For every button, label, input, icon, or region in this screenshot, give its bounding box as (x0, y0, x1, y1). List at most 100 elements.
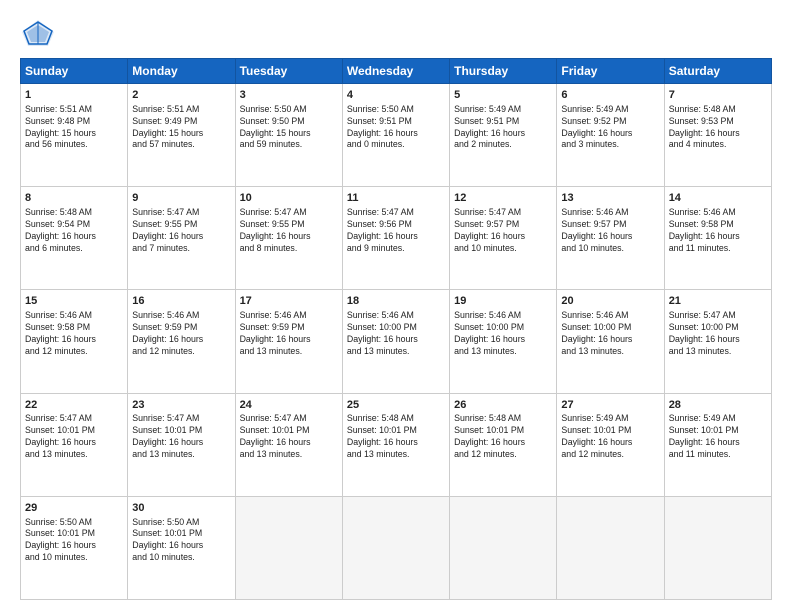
calendar-cell: 5Sunrise: 5:49 AMSunset: 9:51 PMDaylight… (450, 84, 557, 187)
calendar-week-4: 22Sunrise: 5:47 AMSunset: 10:01 PMDaylig… (21, 393, 772, 496)
calendar-cell: 8Sunrise: 5:48 AMSunset: 9:54 PMDaylight… (21, 187, 128, 290)
calendar-cell: 19Sunrise: 5:46 AMSunset: 10:00 PMDaylig… (450, 290, 557, 393)
day-number: 27 (561, 398, 659, 413)
calendar-week-5: 29Sunrise: 5:50 AMSunset: 10:01 PMDaylig… (21, 496, 772, 599)
calendar-cell: 12Sunrise: 5:47 AMSunset: 9:57 PMDayligh… (450, 187, 557, 290)
calendar-header-row: SundayMondayTuesdayWednesdayThursdayFrid… (21, 59, 772, 84)
cell-content: Sunrise: 5:46 AMSunset: 9:59 PMDaylight:… (132, 310, 230, 358)
header (20, 18, 772, 48)
calendar-cell: 13Sunrise: 5:46 AMSunset: 9:57 PMDayligh… (557, 187, 664, 290)
day-number: 30 (132, 501, 230, 516)
cell-content: Sunrise: 5:47 AMSunset: 9:57 PMDaylight:… (454, 207, 552, 255)
day-number: 21 (669, 294, 767, 309)
day-number: 15 (25, 294, 123, 309)
calendar-cell: 23Sunrise: 5:47 AMSunset: 10:01 PMDaylig… (128, 393, 235, 496)
day-number: 14 (669, 191, 767, 206)
cell-content: Sunrise: 5:47 AMSunset: 9:55 PMDaylight:… (132, 207, 230, 255)
day-number: 29 (25, 501, 123, 516)
day-number: 18 (347, 294, 445, 309)
cell-content: Sunrise: 5:49 AMSunset: 10:01 PMDaylight… (561, 413, 659, 461)
cell-content: Sunrise: 5:49 AMSunset: 9:51 PMDaylight:… (454, 104, 552, 152)
cell-content: Sunrise: 5:46 AMSunset: 10:00 PMDaylight… (561, 310, 659, 358)
day-number: 19 (454, 294, 552, 309)
col-header-friday: Friday (557, 59, 664, 84)
day-number: 6 (561, 88, 659, 103)
calendar-cell: 30Sunrise: 5:50 AMSunset: 10:01 PMDaylig… (128, 496, 235, 599)
cell-content: Sunrise: 5:47 AMSunset: 10:01 PMDaylight… (25, 413, 123, 461)
cell-content: Sunrise: 5:48 AMSunset: 9:54 PMDaylight:… (25, 207, 123, 255)
cell-content: Sunrise: 5:46 AMSunset: 9:59 PMDaylight:… (240, 310, 338, 358)
day-number: 17 (240, 294, 338, 309)
cell-content: Sunrise: 5:47 AMSunset: 10:01 PMDaylight… (132, 413, 230, 461)
cell-content: Sunrise: 5:46 AMSunset: 10:00 PMDaylight… (347, 310, 445, 358)
calendar-cell: 6Sunrise: 5:49 AMSunset: 9:52 PMDaylight… (557, 84, 664, 187)
calendar-cell (450, 496, 557, 599)
calendar-cell: 11Sunrise: 5:47 AMSunset: 9:56 PMDayligh… (342, 187, 449, 290)
calendar-cell: 2Sunrise: 5:51 AMSunset: 9:49 PMDaylight… (128, 84, 235, 187)
logo (20, 18, 60, 48)
col-header-saturday: Saturday (664, 59, 771, 84)
day-number: 1 (25, 88, 123, 103)
calendar-week-2: 8Sunrise: 5:48 AMSunset: 9:54 PMDaylight… (21, 187, 772, 290)
cell-content: Sunrise: 5:47 AMSunset: 10:01 PMDaylight… (240, 413, 338, 461)
calendar-cell (342, 496, 449, 599)
calendar-week-1: 1Sunrise: 5:51 AMSunset: 9:48 PMDaylight… (21, 84, 772, 187)
cell-content: Sunrise: 5:46 AMSunset: 9:57 PMDaylight:… (561, 207, 659, 255)
calendar-week-3: 15Sunrise: 5:46 AMSunset: 9:58 PMDayligh… (21, 290, 772, 393)
calendar-cell (664, 496, 771, 599)
day-number: 2 (132, 88, 230, 103)
calendar-cell: 9Sunrise: 5:47 AMSunset: 9:55 PMDaylight… (128, 187, 235, 290)
col-header-sunday: Sunday (21, 59, 128, 84)
calendar-cell (235, 496, 342, 599)
calendar-cell: 24Sunrise: 5:47 AMSunset: 10:01 PMDaylig… (235, 393, 342, 496)
calendar-cell: 7Sunrise: 5:48 AMSunset: 9:53 PMDaylight… (664, 84, 771, 187)
calendar-cell: 18Sunrise: 5:46 AMSunset: 10:00 PMDaylig… (342, 290, 449, 393)
day-number: 5 (454, 88, 552, 103)
cell-content: Sunrise: 5:48 AMSunset: 10:01 PMDaylight… (347, 413, 445, 461)
day-number: 3 (240, 88, 338, 103)
calendar-cell: 3Sunrise: 5:50 AMSunset: 9:50 PMDaylight… (235, 84, 342, 187)
day-number: 25 (347, 398, 445, 413)
day-number: 16 (132, 294, 230, 309)
calendar-cell: 22Sunrise: 5:47 AMSunset: 10:01 PMDaylig… (21, 393, 128, 496)
col-header-wednesday: Wednesday (342, 59, 449, 84)
calendar-cell: 21Sunrise: 5:47 AMSunset: 10:00 PMDaylig… (664, 290, 771, 393)
calendar-cell: 26Sunrise: 5:48 AMSunset: 10:01 PMDaylig… (450, 393, 557, 496)
cell-content: Sunrise: 5:49 AMSunset: 9:52 PMDaylight:… (561, 104, 659, 152)
day-number: 26 (454, 398, 552, 413)
col-header-thursday: Thursday (450, 59, 557, 84)
cell-content: Sunrise: 5:49 AMSunset: 10:01 PMDaylight… (669, 413, 767, 461)
cell-content: Sunrise: 5:48 AMSunset: 9:53 PMDaylight:… (669, 104, 767, 152)
cell-content: Sunrise: 5:47 AMSunset: 10:00 PMDaylight… (669, 310, 767, 358)
calendar-cell: 17Sunrise: 5:46 AMSunset: 9:59 PMDayligh… (235, 290, 342, 393)
day-number: 23 (132, 398, 230, 413)
calendar-cell: 16Sunrise: 5:46 AMSunset: 9:59 PMDayligh… (128, 290, 235, 393)
day-number: 24 (240, 398, 338, 413)
logo-icon (20, 18, 56, 48)
cell-content: Sunrise: 5:47 AMSunset: 9:56 PMDaylight:… (347, 207, 445, 255)
cell-content: Sunrise: 5:50 AMSunset: 10:01 PMDaylight… (25, 517, 123, 565)
calendar-cell: 27Sunrise: 5:49 AMSunset: 10:01 PMDaylig… (557, 393, 664, 496)
cell-content: Sunrise: 5:50 AMSunset: 10:01 PMDaylight… (132, 517, 230, 565)
cell-content: Sunrise: 5:50 AMSunset: 9:50 PMDaylight:… (240, 104, 338, 152)
col-header-tuesday: Tuesday (235, 59, 342, 84)
cell-content: Sunrise: 5:51 AMSunset: 9:48 PMDaylight:… (25, 104, 123, 152)
day-number: 22 (25, 398, 123, 413)
calendar-cell: 20Sunrise: 5:46 AMSunset: 10:00 PMDaylig… (557, 290, 664, 393)
calendar-cell: 29Sunrise: 5:50 AMSunset: 10:01 PMDaylig… (21, 496, 128, 599)
day-number: 9 (132, 191, 230, 206)
calendar-cell: 4Sunrise: 5:50 AMSunset: 9:51 PMDaylight… (342, 84, 449, 187)
cell-content: Sunrise: 5:48 AMSunset: 10:01 PMDaylight… (454, 413, 552, 461)
cell-content: Sunrise: 5:50 AMSunset: 9:51 PMDaylight:… (347, 104, 445, 152)
calendar-cell: 10Sunrise: 5:47 AMSunset: 9:55 PMDayligh… (235, 187, 342, 290)
page: SundayMondayTuesdayWednesdayThursdayFrid… (0, 0, 792, 612)
cell-content: Sunrise: 5:46 AMSunset: 10:00 PMDaylight… (454, 310, 552, 358)
calendar-cell: 25Sunrise: 5:48 AMSunset: 10:01 PMDaylig… (342, 393, 449, 496)
calendar-cell (557, 496, 664, 599)
day-number: 10 (240, 191, 338, 206)
calendar-cell: 15Sunrise: 5:46 AMSunset: 9:58 PMDayligh… (21, 290, 128, 393)
calendar-cell: 28Sunrise: 5:49 AMSunset: 10:01 PMDaylig… (664, 393, 771, 496)
day-number: 20 (561, 294, 659, 309)
cell-content: Sunrise: 5:46 AMSunset: 9:58 PMDaylight:… (669, 207, 767, 255)
day-number: 7 (669, 88, 767, 103)
